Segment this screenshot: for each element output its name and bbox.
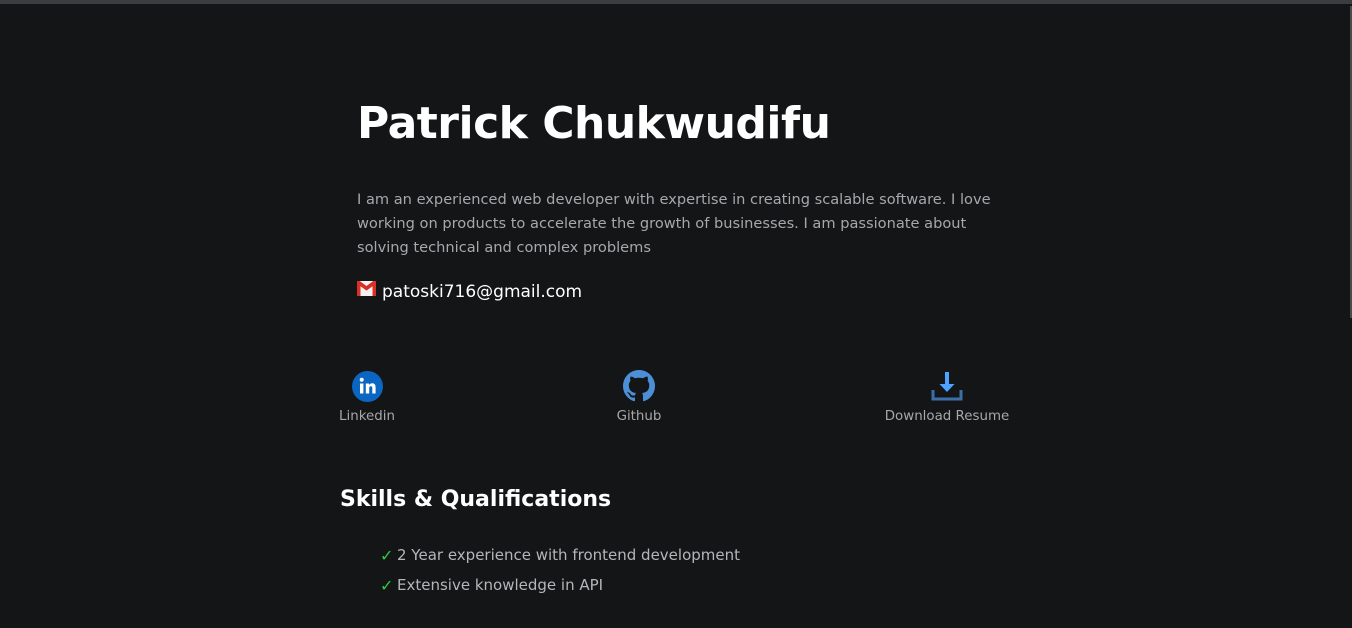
email-address[interactable]: patoski716@gmail.com (382, 279, 582, 305)
github-label: Github (616, 409, 662, 424)
skills-list: ✓ 2 Year experience with frontend develo… (380, 540, 740, 600)
github-icon (623, 370, 655, 402)
download-resume-button[interactable]: Download Resume (880, 370, 1014, 426)
profile-bio: I am an experienced web developer with e… (357, 191, 991, 256)
browser-top-border (0, 0, 1352, 4)
skills-heading: Skills & Qualifications (340, 487, 612, 512)
list-item: ✓ Extensive knowledge in API (380, 570, 740, 600)
checkmark-icon: ✓ (380, 545, 394, 565)
skill-text: Extensive knowledge in API (397, 576, 604, 594)
linkedin-label: Linkedin (339, 409, 395, 424)
list-item: ✓ 2 Year experience with frontend develo… (380, 540, 740, 570)
linkedin-link[interactable]: Linkedin (336, 370, 398, 426)
download-icon (931, 372, 963, 401)
github-link[interactable]: Github (612, 370, 666, 426)
gmail-icon (357, 280, 376, 296)
skill-text: 2 Year experience with frontend developm… (397, 546, 740, 564)
email-row[interactable]: patoski716@gmail.com (357, 279, 582, 305)
download-resume-label: Download Resume (884, 409, 1010, 424)
checkmark-icon: ✓ (380, 575, 394, 595)
profile-name: Patrick Chukwudifu (357, 98, 831, 149)
linkedin-icon (351, 370, 383, 402)
